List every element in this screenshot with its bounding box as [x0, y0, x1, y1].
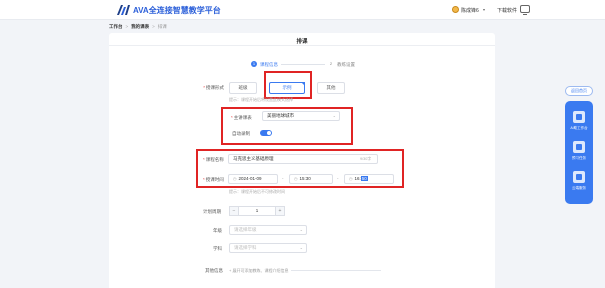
user-name[interactable]: 陈成锋6	[461, 7, 479, 14]
breadcrumb-home[interactable]: 工作台	[109, 24, 123, 29]
step-1-number: 1	[251, 61, 257, 67]
date-input[interactable]: ◷ 2024-01-09	[228, 174, 278, 184]
card-header: 排课	[109, 33, 495, 46]
time-separator: -	[282, 176, 284, 181]
course-name-label: *课程名称	[203, 157, 224, 162]
mode-hint: 提示：课程开始后将设置此模式选择	[229, 97, 293, 102]
breadcrumb: 工作台 > 我的课表 > 排课	[109, 24, 167, 30]
back-home-pill[interactable]: 返回首页	[565, 86, 593, 96]
cloud-service-icon[interactable]	[573, 171, 585, 183]
download-link[interactable]: 下载软件	[497, 7, 517, 14]
time-hint: 提示：课程开始后不可修改时间	[229, 189, 285, 194]
section-divider	[291, 270, 381, 271]
auto-record-toggle[interactable]	[260, 130, 272, 136]
mode-label: *授课形式	[203, 85, 224, 90]
breadcrumb-separator: >	[152, 24, 155, 29]
step-1-label: 课程信息	[260, 61, 278, 67]
mode-option-class[interactable]: 班级	[229, 82, 257, 94]
subject-label: 学科	[213, 246, 222, 251]
chevron-down-icon: ⌄	[299, 245, 303, 250]
ava-logo-icon[interactable]	[117, 5, 131, 15]
side-item-label: 预习任务	[572, 156, 586, 160]
calendar-icon: ◷	[233, 176, 237, 181]
breadcrumb-current: 排课	[157, 24, 167, 29]
top-bar: AVA全连接智慧教学平台 陈成锋6 ▾ 下载软件	[0, 0, 605, 20]
preview-task-icon[interactable]	[573, 141, 585, 153]
side-item-label: AI助工作台	[570, 126, 588, 130]
monitor-icon[interactable]	[520, 5, 530, 15]
step-divider	[281, 64, 325, 65]
user-avatar-icon[interactable]	[452, 6, 459, 13]
step-2-number: 2	[328, 61, 334, 67]
auto-record-label: 自动录制	[232, 131, 250, 136]
page-title: 排课	[296, 39, 308, 45]
schedule-card: 排课 1 课程信息 2 教练设置 *授课形式 班级 示例 其他 提示：课程开始后…	[109, 33, 495, 288]
course-name-input[interactable]: 马克思主义基础原理	[228, 154, 378, 164]
grade-select[interactable]: 请选择年级 ⌄	[229, 225, 307, 235]
time-separator: -	[337, 176, 339, 181]
annotation-box	[264, 71, 312, 99]
breadcrumb-separator: >	[125, 24, 129, 29]
more-info-toggle[interactable]: + 展开可添加教练、课程介绍信息	[229, 268, 288, 274]
breadcrumb-course[interactable]: 我的课表	[131, 24, 149, 29]
side-toolbar: AI助工作台 预习任务 云端服务	[565, 101, 593, 204]
mode-option-other[interactable]: 其他	[317, 82, 345, 94]
increase-button[interactable]: +	[275, 206, 285, 216]
more-info-label: 其他信息	[205, 268, 223, 273]
board-select[interactable]: 美丽地球城市 ⌄	[262, 111, 340, 121]
repeat-value[interactable]: 1	[239, 206, 275, 216]
end-time-selected-text: 50	[360, 176, 368, 181]
brand-title[interactable]: AVA全连接智慧教学平台	[133, 5, 221, 16]
chevron-down-icon: ⌄	[332, 113, 336, 118]
board-label: *主讲课表	[231, 115, 252, 120]
chevron-down-icon: ⌄	[299, 227, 303, 232]
subject-select[interactable]: 请选择学科 ⌄	[229, 243, 307, 253]
step-2-label: 教练设置	[337, 61, 355, 67]
course-name-counter: 9/30字	[360, 157, 372, 161]
repeat-label: 计划周期	[203, 209, 221, 214]
ai-workbench-icon[interactable]	[573, 111, 585, 123]
start-time-input[interactable]: ◷ 15:30	[289, 174, 333, 184]
clock-icon: ◷	[349, 176, 353, 181]
decrease-button[interactable]: −	[229, 206, 239, 216]
side-item-label: 云端服务	[572, 186, 586, 190]
grade-label: 年级	[213, 228, 222, 233]
clock-icon: ◷	[294, 176, 298, 181]
time-label: *授课时间	[203, 177, 224, 182]
end-time-input[interactable]: ◷ 16:50	[344, 174, 394, 184]
chevron-down-icon[interactable]: ▾	[483, 7, 485, 12]
